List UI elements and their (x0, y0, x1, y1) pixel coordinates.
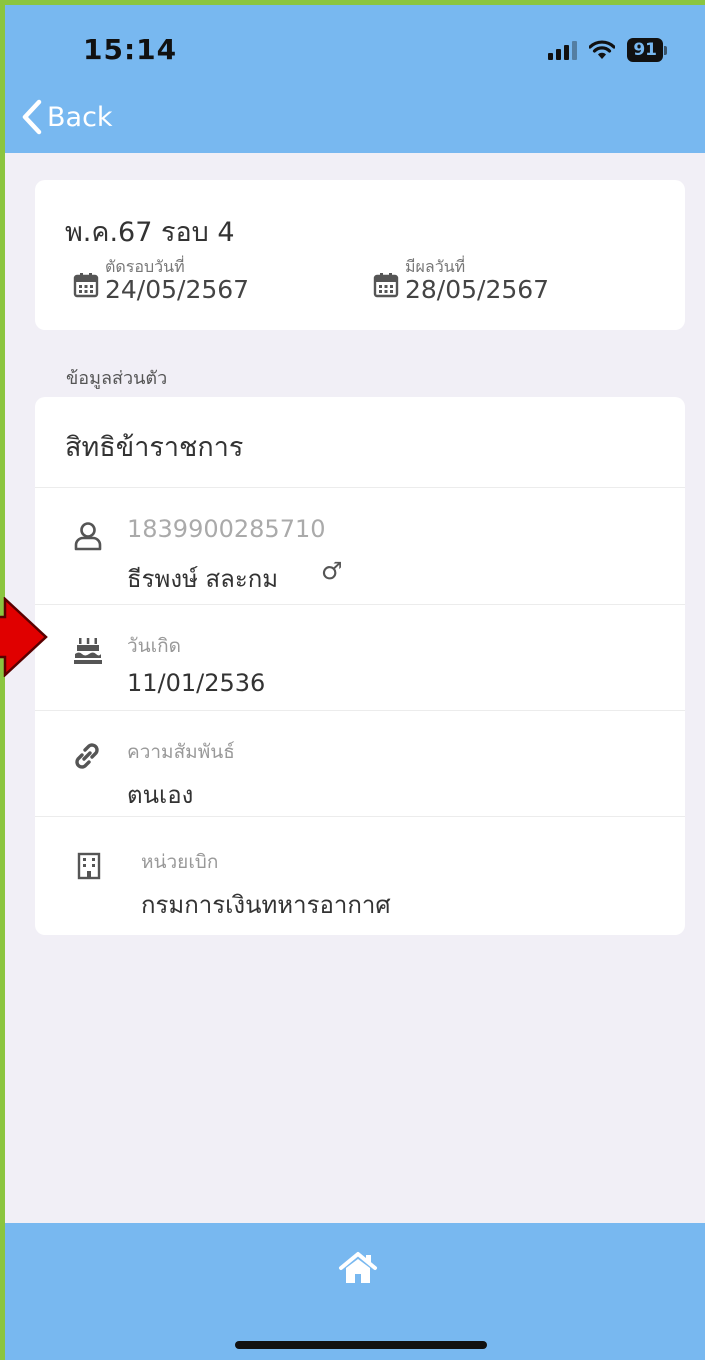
link-icon (75, 743, 99, 769)
building-icon (77, 852, 101, 880)
calendar-icon (373, 273, 399, 298)
home-icon[interactable] (338, 1251, 378, 1285)
birth-date-value: 11/01/2536 (127, 669, 266, 697)
round-title: พ.ค.67 รอบ 4 (65, 217, 235, 248)
unit-caption: หน่วยเบิก (141, 851, 219, 873)
back-label: Back (47, 101, 113, 133)
divider (35, 816, 685, 817)
divider (35, 710, 685, 711)
chevron-left-icon (22, 99, 42, 135)
entitlement-heading: สิทธิข้าราชการ (65, 432, 244, 463)
wifi-icon (589, 40, 616, 60)
round-card: พ.ค.67 รอบ 4 ตัดรอบวันที่ 24/05/2567 มีผ… (35, 180, 685, 330)
status-icons: 91 (548, 37, 667, 63)
back-button[interactable]: Back (21, 99, 113, 135)
id-number: 1839900285710 (127, 515, 326, 543)
cutoff-date-value: 24/05/2567 (105, 275, 250, 304)
divider (35, 487, 685, 488)
home-indicator[interactable] (235, 1341, 487, 1349)
relation-value: ตนเอง (127, 781, 194, 809)
birthday-cake-icon (74, 638, 102, 664)
annotation-arrow-icon (0, 597, 48, 677)
divider (35, 604, 685, 605)
person-name: ธีรพงษ์ สละกม (127, 565, 279, 593)
effective-date-block: มีผลวันที่ 28/05/2567 (373, 258, 549, 304)
calendar-icon (73, 273, 99, 298)
birth-date-caption: วันเกิด (127, 635, 181, 657)
cutoff-date-caption: ตัดรอบวันที่ (105, 257, 185, 276)
battery-icon: 91 (627, 38, 667, 62)
app-screen: 15:14 91 Back พ.ค.67 รอบ 4 ตัดรอบวันที่ … (5, 5, 705, 1360)
effective-date-caption: มีผลวันที่ (405, 257, 466, 276)
cutoff-date-block: ตัดรอบวันที่ 24/05/2567 (73, 258, 249, 304)
effective-date-value: 28/05/2567 (405, 275, 550, 304)
battery-level: 91 (627, 38, 663, 62)
bottom-bar (5, 1223, 705, 1360)
unit-value: กรมการเงินทหารอากาศ (141, 891, 391, 919)
person-icon (74, 522, 102, 551)
male-icon: ♂ (321, 557, 343, 585)
relation-caption: ความสัมพันธ์ (127, 741, 235, 763)
personal-info-card: สิทธิข้าราชการ 1839900285710 ธีรพงษ์ สละ… (35, 397, 685, 935)
header-bar: 15:14 91 Back (5, 5, 705, 153)
status-time: 15:14 (83, 33, 178, 66)
cellular-signal-icon (548, 40, 578, 60)
section-label: ข้อมูลส่วนตัว (66, 368, 168, 389)
